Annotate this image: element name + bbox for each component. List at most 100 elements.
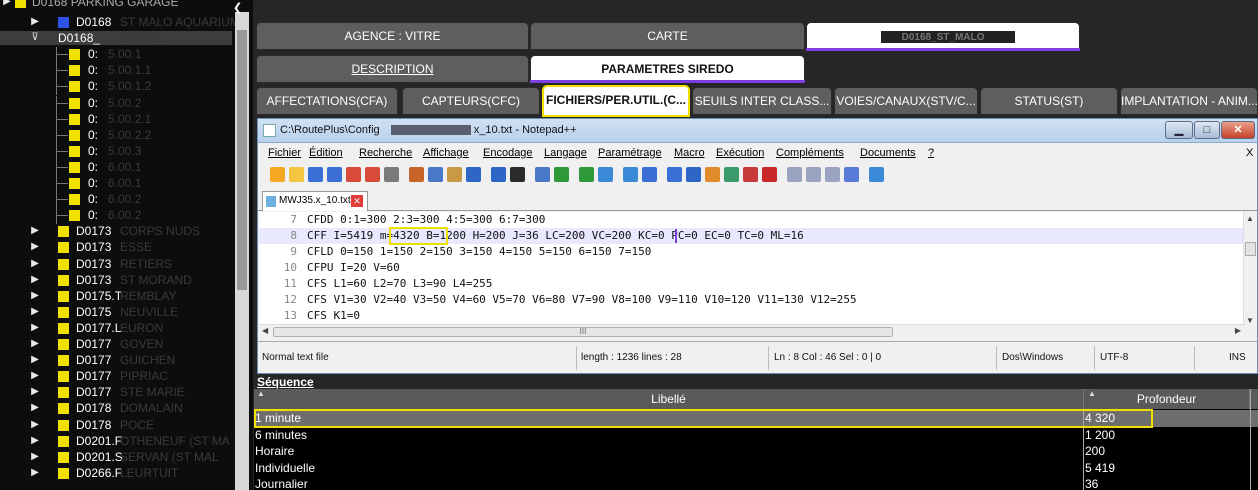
play-multi-icon[interactable]: [825, 167, 840, 182]
expand-arrow-icon[interactable]: ▶: [28, 273, 42, 287]
record-icon[interactable]: [762, 167, 777, 182]
expand-arrow-icon[interactable]: ▶: [28, 240, 42, 254]
tab-description[interactable]: DESCRIPTION: [256, 55, 529, 83]
tree-child-item[interactable]: 0: 5.00.2.1: [0, 111, 232, 128]
scroll-up-icon[interactable]: ▲: [1246, 214, 1254, 223]
tree-child-item[interactable]: 0: 6.00.2: [0, 208, 232, 225]
expand-arrow-icon[interactable]: ▶: [28, 434, 42, 448]
expand-arrow-icon[interactable]: ▶: [28, 321, 42, 335]
scroll-left-icon[interactable]: ◀: [262, 326, 268, 335]
save-macro-icon[interactable]: [844, 167, 859, 182]
tree-child-item[interactable]: 0: 6.00.2: [0, 192, 232, 209]
tree-item[interactable]: ⊽ D0168_ ST MALO: [0, 31, 232, 46]
editor-line[interactable]: 12 CFS V1=30 V2=40 V3=50 V4=60 V5=70 V6=8…: [259, 292, 1245, 308]
menu-close-doc[interactable]: X: [1246, 147, 1253, 159]
open-icon[interactable]: [289, 167, 304, 182]
wrap-icon[interactable]: [642, 167, 657, 182]
tab-carte[interactable]: CARTE: [530, 22, 805, 50]
tree-item[interactable]: ▶ D0168 ST MALO AQUARIUM: [0, 15, 240, 29]
scroll-right-icon[interactable]: ▶: [1235, 326, 1241, 335]
tree-child-item[interactable]: 0: 5.00.1.1: [0, 63, 232, 80]
menu-recherche[interactable]: Recherche: [359, 147, 412, 159]
tab-status[interactable]: STATUS(ST): [980, 87, 1118, 115]
expand-arrow-icon[interactable]: ▶: [28, 385, 42, 399]
scroll-down-icon[interactable]: ▼: [1246, 316, 1254, 325]
doc-map-icon[interactable]: [724, 167, 739, 182]
tab-capteurs[interactable]: CAPTEURS(CFC): [402, 87, 540, 115]
menu-documents[interactable]: Documents: [860, 147, 916, 159]
table-row[interactable]: Horaire 200: [254, 443, 1258, 460]
save-all-icon[interactable]: [327, 167, 342, 182]
tab-parametres-siredo[interactable]: PARAMETRES SIREDO: [530, 55, 805, 83]
close-button[interactable]: ✕: [1221, 121, 1255, 139]
header-profondeur[interactable]: Profondeur: [1084, 389, 1250, 409]
minimize-button[interactable]: ▁: [1165, 121, 1193, 139]
close-all-icon[interactable]: [365, 167, 380, 182]
print-icon[interactable]: [384, 167, 399, 182]
tree-child-item[interactable]: 0: 5.00.2: [0, 95, 232, 112]
file-tab[interactable]: MWJ35.x_10.txt ✕: [262, 191, 368, 211]
monitor-icon[interactable]: [869, 167, 884, 182]
stop-icon[interactable]: [787, 167, 802, 182]
menu-complements[interactable]: Compléments: [776, 147, 844, 159]
tree-item[interactable]: ▶ D0175.T REMBLAY: [0, 289, 232, 303]
tree-scroll-thumb[interactable]: [237, 30, 247, 290]
expand-arrow-icon[interactable]: ▶: [28, 257, 42, 271]
copy-icon[interactable]: [428, 167, 443, 182]
undo-icon[interactable]: [466, 167, 481, 182]
close-icon[interactable]: [346, 167, 361, 182]
editor-hscroll-thumb[interactable]: III: [273, 327, 893, 337]
zoom-out-icon[interactable]: [579, 167, 594, 182]
editor[interactable]: 7 CFDD 0:1=300 2:3=300 4:5=300 6:7=300 8 CF…: [259, 212, 1245, 324]
tree-item[interactable]: ▶ D0178 POCE: [0, 418, 232, 432]
sync-h-icon[interactable]: [623, 167, 638, 182]
expand-arrow-icon[interactable]: ▶: [28, 466, 42, 480]
table-row[interactable]: 6 minutes 1 200: [254, 427, 1258, 444]
tree-child-item[interactable]: 0: 5.00.1: [0, 47, 232, 64]
maximize-button[interactable]: □: [1194, 121, 1220, 139]
udl-icon[interactable]: [705, 167, 720, 182]
editor-line[interactable]: 13 CFS K1=0: [259, 308, 1245, 324]
site-tree[interactable]: ▶ D0168 PARKING GARAGE ▶ D0168 ST MALO AQUAR…: [0, 0, 253, 490]
redo-icon[interactable]: [491, 167, 506, 182]
expand-arrow-icon[interactable]: ⊽: [28, 31, 42, 45]
tree-item[interactable]: ▶ D0177.L EURON: [0, 321, 232, 335]
tree-item[interactable]: ▶ D0178 DOMALAIN: [0, 401, 232, 415]
editor-vscrollbar[interactable]: ▲ ▼: [1243, 212, 1257, 330]
tree-child-item[interactable]: 0: 6.00.1: [0, 159, 232, 176]
tab-implantation[interactable]: IMPLANTATION - ANIM...: [1120, 87, 1258, 115]
tab-seuils[interactable]: SEUILS INTER CLASS...: [692, 87, 832, 115]
expand-arrow-icon[interactable]: ▶: [28, 337, 42, 351]
header-libelle[interactable]: Libellé: [254, 389, 1084, 409]
menu-execution[interactable]: Exécution: [716, 147, 764, 159]
tab-affectations[interactable]: AFFECTATIONS(CFA): [256, 87, 398, 115]
tree-item[interactable]: ▶ D0177 PIPRIAC: [0, 369, 232, 383]
find-icon[interactable]: [510, 167, 525, 182]
tree-child-item[interactable]: 0: 6.00.1: [0, 176, 232, 192]
replace-icon[interactable]: [535, 167, 550, 182]
menu-fichier[interactable]: Fichier: [268, 147, 301, 159]
sync-v-icon[interactable]: [598, 167, 613, 182]
expand-arrow-icon[interactable]: ▶: [28, 353, 42, 367]
tab-site[interactable]: D0168_ST_MALO: [806, 22, 1080, 50]
tree-item[interactable]: ▶ D0201.F OTHENEUF (ST MA: [0, 434, 232, 448]
tree-item[interactable]: ▶ D0266.F LEURTUIT: [0, 466, 232, 480]
tree-item[interactable]: ▶ D0173 RETIERS: [0, 257, 232, 271]
tree-child-item[interactable]: 0: 5.00.1.2: [0, 79, 232, 96]
menu-encodage[interactable]: Encodage: [483, 147, 533, 159]
menu-parametrage[interactable]: Paramétrage: [598, 147, 662, 159]
menu-langage[interactable]: Langage: [544, 147, 587, 159]
tree-child-item[interactable]: 0: 5.00.2.2: [0, 127, 232, 144]
all-chars-icon[interactable]: [667, 167, 682, 182]
expand-arrow-icon[interactable]: ▶: [28, 305, 42, 319]
new-icon[interactable]: [270, 167, 285, 182]
menu-help[interactable]: ?: [928, 147, 934, 159]
table-row[interactable]: Journalier 36: [254, 476, 1258, 490]
collapse-panel-icon[interactable]: ❮: [233, 2, 247, 14]
tree-child-item[interactable]: 0: 5.00.3: [0, 143, 232, 160]
editor-line[interactable]: 10 CFPU I=20 V=60: [259, 260, 1245, 276]
tree-item[interactable]: ▶ D0177 STE MARIE: [0, 385, 232, 399]
tree-item[interactable]: ▶ D0177 GOVEN: [0, 337, 232, 351]
expand-arrow-icon[interactable]: ▶: [28, 289, 42, 303]
tab-fichiers[interactable]: FICHIERS/PER.UTIL.(C...: [542, 85, 690, 117]
